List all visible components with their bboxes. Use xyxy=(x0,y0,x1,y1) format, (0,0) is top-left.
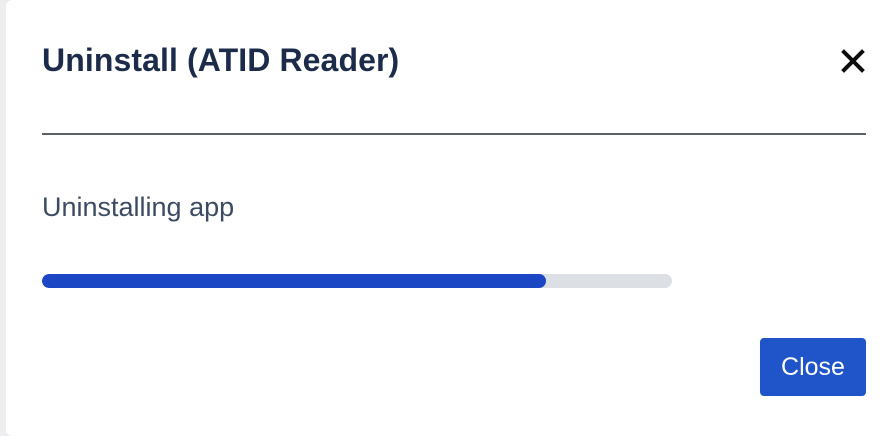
header-divider xyxy=(42,133,866,135)
close-icon xyxy=(838,46,868,76)
dialog-title: Uninstall (ATID Reader) xyxy=(42,42,400,78)
uninstall-dialog: Uninstall (ATID Reader) Uninstalling app… xyxy=(6,0,894,436)
dialog-close-button[interactable] xyxy=(838,46,868,76)
progress-bar-fill xyxy=(42,274,546,288)
status-text: Uninstalling app xyxy=(42,192,235,222)
close-button[interactable]: Close xyxy=(760,338,866,396)
progress-bar xyxy=(42,274,672,288)
